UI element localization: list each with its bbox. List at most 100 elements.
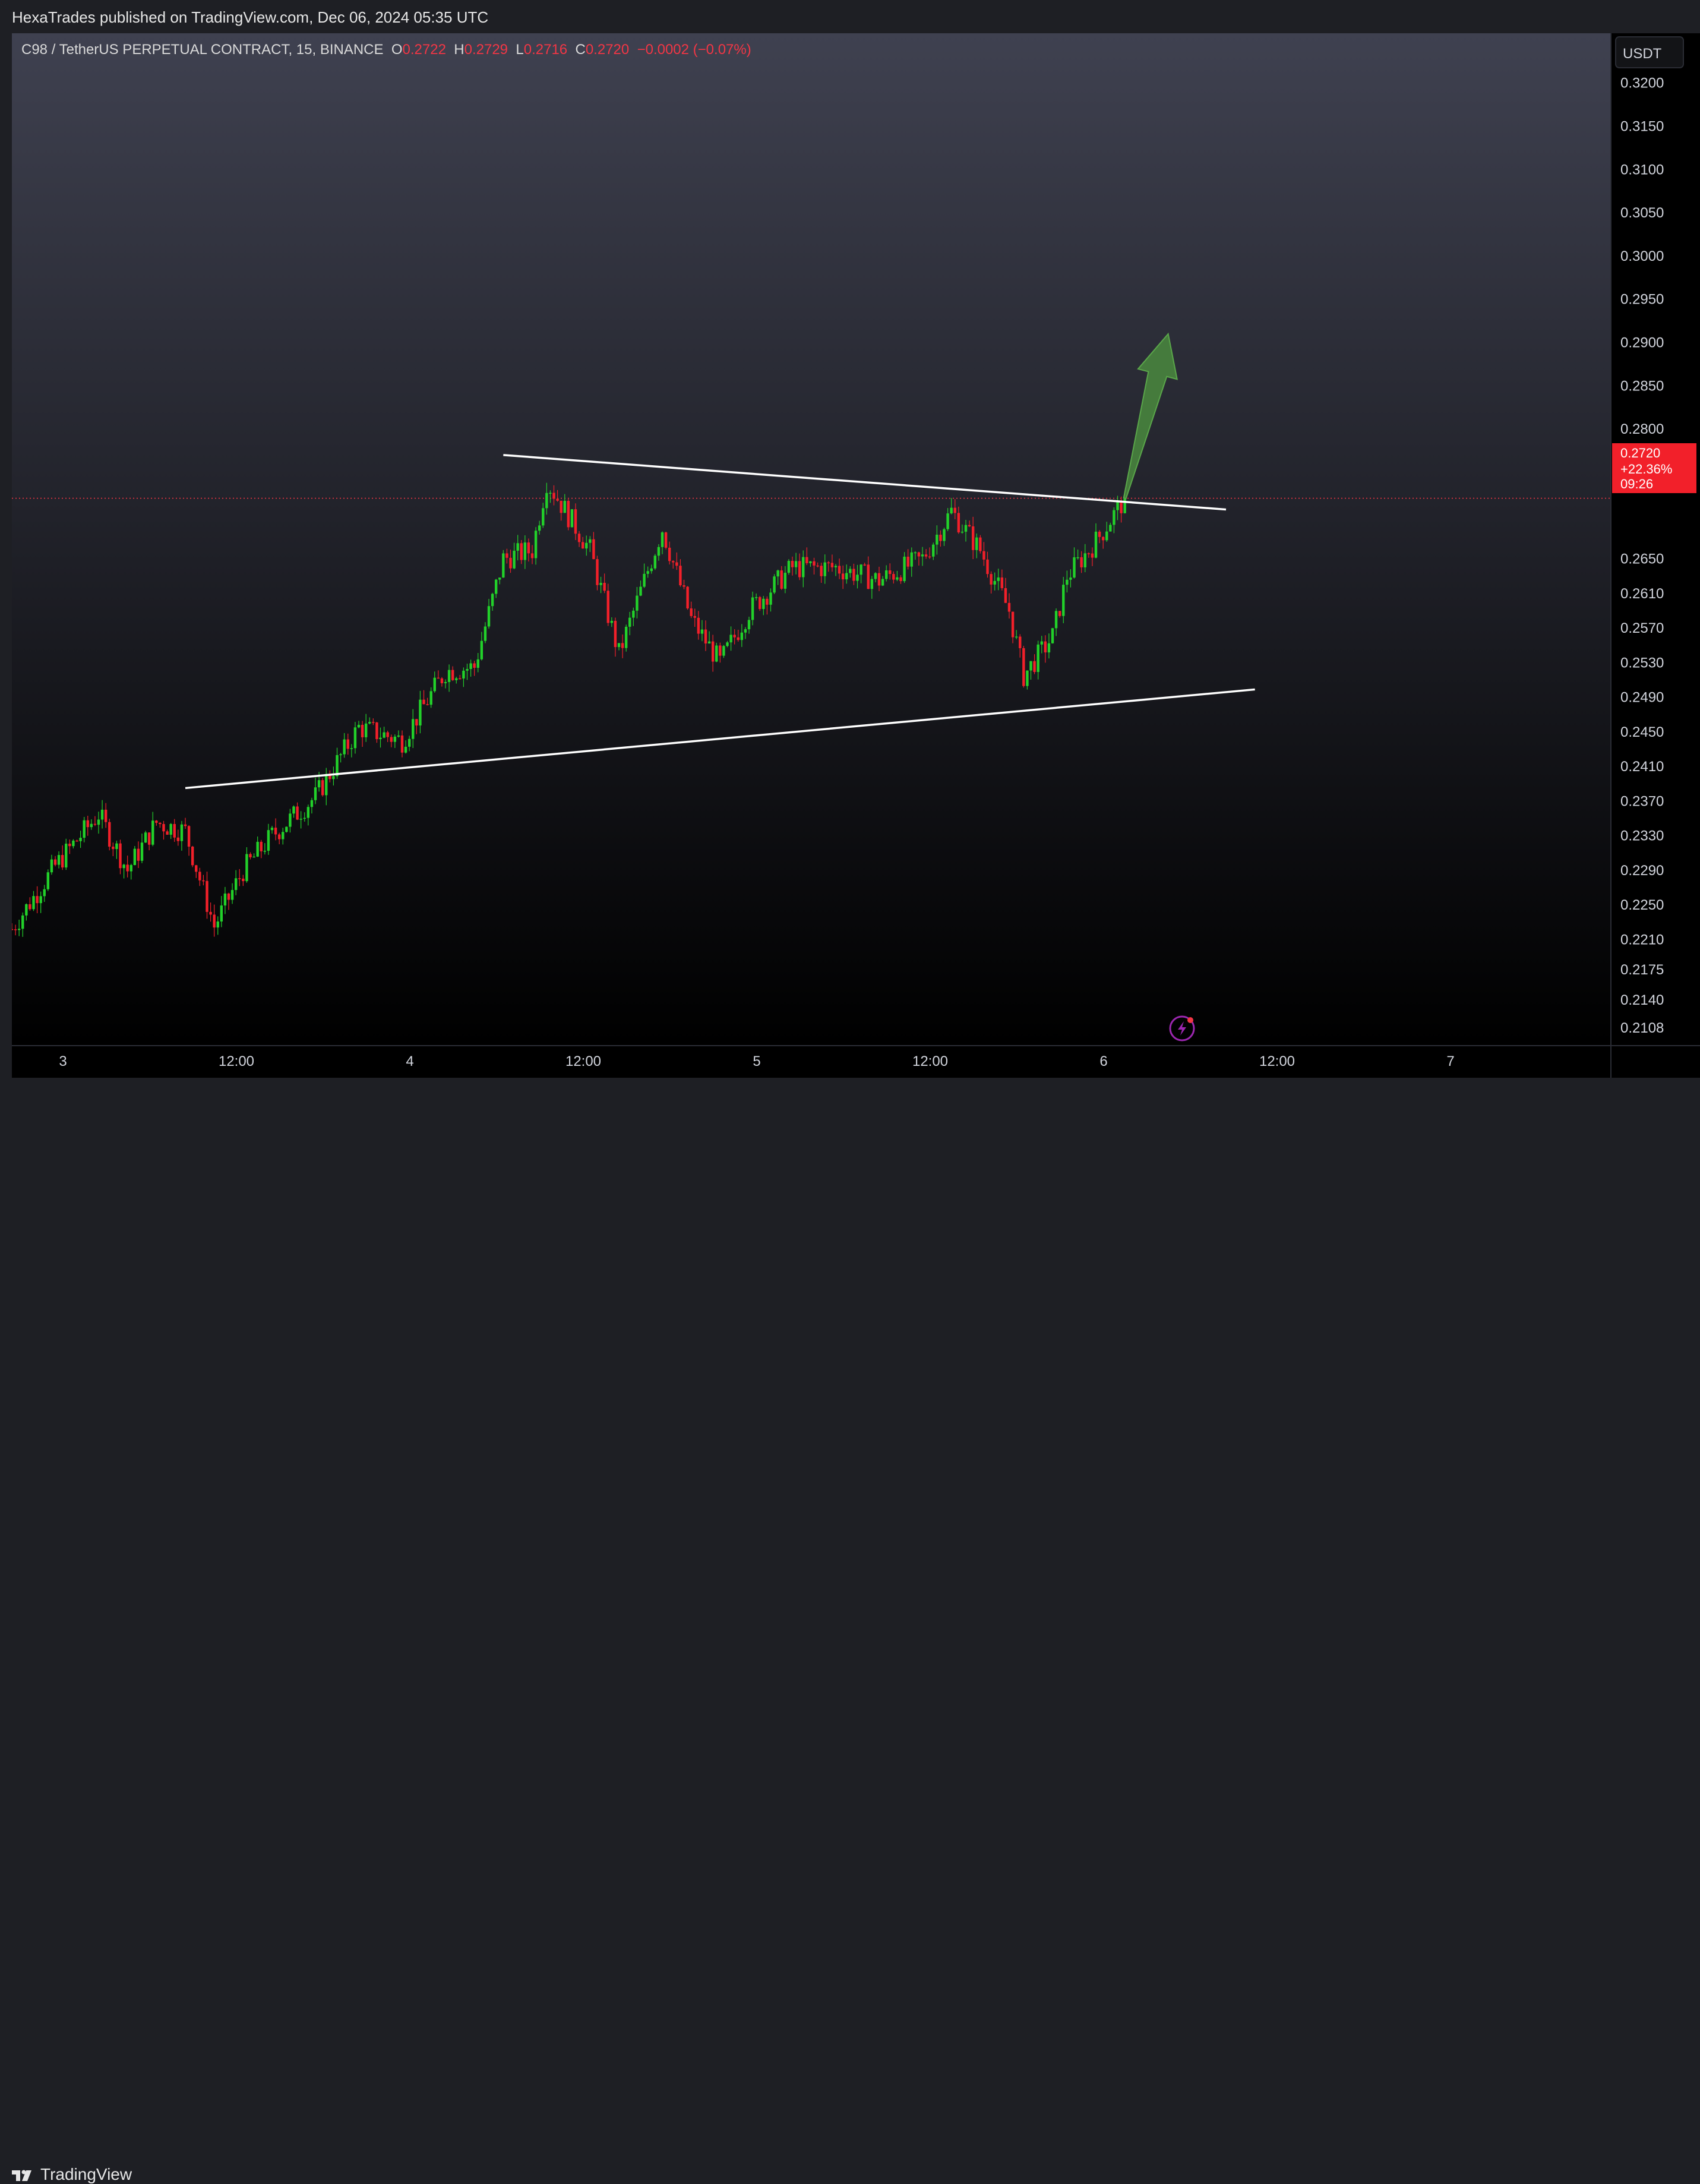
tradingview-brand[interactable]: TradingView xyxy=(12,2165,132,2184)
candle-body xyxy=(129,865,132,872)
candle-body xyxy=(25,904,28,916)
candle-body xyxy=(202,880,205,882)
candle-body xyxy=(881,579,884,586)
candle-body xyxy=(216,921,219,928)
currency-selector[interactable]: USDT xyxy=(1615,36,1684,68)
candle-body xyxy=(809,561,812,563)
candlestick-chart[interactable]: 0.3200 0.3150 0.3100 0.3050 0.3000 0.2950 0.29… xyxy=(12,33,1700,1078)
chart-area[interactable]: 0.3200 0.3150 0.3100 0.3050 0.3000 0.2950 0.29… xyxy=(12,33,1700,1078)
candle-body xyxy=(636,595,639,611)
candle-body xyxy=(1116,501,1119,510)
last-price-label: 0.2720 +22.36% 09:26 xyxy=(1612,443,1696,493)
candle-body xyxy=(936,534,939,545)
candle-body xyxy=(823,562,826,576)
candle-body xyxy=(137,848,140,861)
candle-body xyxy=(1123,498,1126,513)
candle-body xyxy=(653,556,657,569)
candle-body xyxy=(184,824,187,826)
candle-body xyxy=(39,896,42,904)
candle-body xyxy=(780,570,783,589)
candle-body xyxy=(552,493,555,499)
candle-body xyxy=(249,854,252,857)
candle-body xyxy=(971,526,975,550)
candle-body xyxy=(737,637,740,640)
candle-body xyxy=(451,670,454,680)
candle-body xyxy=(375,722,378,740)
candle-body xyxy=(545,493,548,509)
candle-body xyxy=(494,579,498,594)
time-tick-label: 6 xyxy=(1099,1053,1107,1069)
candle-body xyxy=(314,787,317,800)
candle-body xyxy=(668,547,671,561)
candle-body xyxy=(386,732,389,737)
publish-info: HexaTrades published on TradingView.com,… xyxy=(12,8,489,26)
candle-body xyxy=(75,840,78,842)
candle-body xyxy=(592,539,595,560)
candle-body xyxy=(754,597,758,598)
last-price-countdown: 09:26 xyxy=(1620,476,1653,491)
publish-bar: HexaTrades published on TradingView.com,… xyxy=(0,0,1700,33)
candle-body xyxy=(72,840,75,847)
candle-body xyxy=(527,542,530,554)
candle-body xyxy=(910,552,913,567)
candle-body xyxy=(252,856,255,858)
candle-body xyxy=(303,818,306,819)
candle-body xyxy=(509,557,512,569)
candle-body xyxy=(476,659,479,668)
candle-body xyxy=(1054,611,1058,629)
candle-body xyxy=(90,823,93,828)
time-tick-label: 3 xyxy=(59,1053,67,1069)
symbol-legend: C98 / TetherUS PERPETUAL CONTRACT, 15, B… xyxy=(21,42,751,58)
candle-body xyxy=(198,872,201,880)
legend-open-label: O xyxy=(391,42,403,58)
candle-body xyxy=(119,843,122,869)
price-tick-label: 0.3200 xyxy=(1620,75,1664,91)
price-tick-label: 0.2290 xyxy=(1620,863,1664,879)
candle-body xyxy=(390,737,393,742)
candle-body xyxy=(650,568,653,572)
candle-body xyxy=(943,529,946,541)
candle-body xyxy=(849,569,852,573)
price-tick-label: 0.2900 xyxy=(1620,335,1664,351)
legend-open-value: 0.2722 xyxy=(402,42,446,58)
candle-body xyxy=(437,677,440,679)
price-tick-label: 0.2800 xyxy=(1620,421,1664,437)
candle-body xyxy=(715,645,718,662)
candle-body xyxy=(32,896,35,910)
price-tick-label: 0.2370 xyxy=(1620,793,1664,809)
candle-body xyxy=(289,813,292,827)
currency-label[interactable]: USDT xyxy=(1623,46,1662,62)
candle-body xyxy=(426,704,429,705)
candle-body xyxy=(632,610,635,618)
candle-body xyxy=(921,554,924,557)
candle-body xyxy=(589,539,592,543)
candle-body xyxy=(400,735,404,753)
candle-body xyxy=(643,573,646,587)
candle-body xyxy=(845,573,848,580)
price-tick-label: 0.2250 xyxy=(1620,897,1664,913)
candle-body xyxy=(306,807,310,818)
candle-body xyxy=(614,620,617,648)
candle-body xyxy=(889,570,892,575)
candle-body xyxy=(1033,661,1036,673)
candle-body xyxy=(444,681,447,683)
price-tick-label: 0.2950 xyxy=(1620,292,1664,308)
candle-body xyxy=(162,823,165,832)
candle-body xyxy=(50,859,53,873)
candle-body xyxy=(639,586,642,596)
candle-body xyxy=(1029,661,1032,671)
candle-body xyxy=(357,725,361,728)
candle-body xyxy=(484,626,487,641)
candle-body xyxy=(209,911,212,915)
candle-body xyxy=(1007,602,1011,612)
candle-body xyxy=(339,754,342,756)
candle-body xyxy=(140,842,144,861)
candle-body xyxy=(610,620,614,623)
candle-body xyxy=(296,806,299,820)
candle-body xyxy=(530,553,534,558)
candle-body xyxy=(86,820,89,828)
candle-body xyxy=(975,537,978,550)
candle-body xyxy=(556,498,559,501)
candle-body xyxy=(787,561,791,573)
candle-body xyxy=(292,806,295,814)
